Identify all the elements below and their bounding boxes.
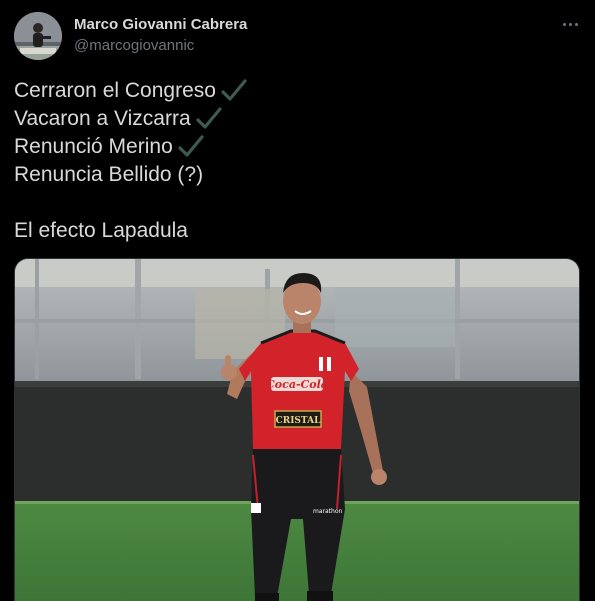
check-mark-icon (178, 135, 204, 157)
tweet-line-text: Renunció Merino (14, 135, 173, 158)
tweet-header: Marco Giovanni Cabrera @marcogiovannic (14, 12, 584, 60)
author-handle[interactable]: @marcogiovannic (74, 37, 194, 54)
tweet-line: El efecto Lapadula (14, 217, 579, 245)
more-horizontal-icon (568, 22, 572, 26)
tweet-media-photo[interactable]: Coca-Cola CRISTAL marathon (14, 258, 580, 601)
avatar[interactable] (14, 12, 62, 60)
author-display-name[interactable]: Marco Giovanni Cabrera (74, 16, 247, 33)
tweet-line: Renuncia Bellido (?) (14, 161, 579, 189)
shorts-brand-text: marathon (313, 508, 342, 515)
tweet-text: Cerraron el Congreso Vacaron a Vizcarra … (14, 77, 579, 245)
check-mark-icon (196, 107, 222, 129)
check-mark-icon (221, 79, 247, 101)
tweet-line: Vacaron a Vizcarra (14, 105, 579, 133)
tweet-line-text: El efecto Lapadula (14, 219, 188, 242)
tweet-line: Cerraron el Congreso (14, 77, 579, 105)
tweet-line-text: Renuncia Bellido (?) (14, 163, 204, 186)
tweet-card[interactable]: Marco Giovanni Cabrera @marcogiovannic C… (0, 0, 595, 601)
tweet-line-text: Cerraron el Congreso (14, 79, 216, 102)
more-options-button[interactable] (556, 14, 584, 34)
tweet-line-spacer (14, 189, 579, 217)
more-horizontal-icon (562, 22, 566, 26)
tweet-line-text: Vacaron a Vizcarra (14, 107, 191, 130)
more-horizontal-icon (574, 22, 578, 26)
tweet-line: Renunció Merino (14, 133, 579, 161)
jersey-sponsor-text: Coca-Cola (266, 378, 328, 391)
jersey-secondary-sponsor-text: CRISTAL (276, 416, 322, 426)
